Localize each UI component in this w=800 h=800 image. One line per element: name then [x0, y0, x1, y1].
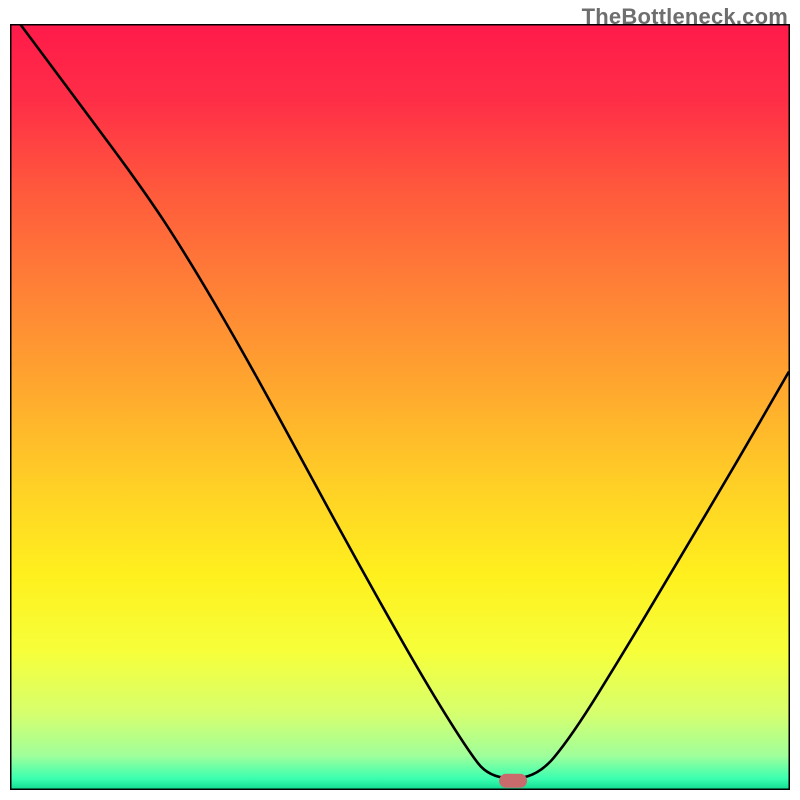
gradient-background: [10, 24, 790, 790]
chart-container: TheBottleneck.com: [0, 0, 800, 800]
bottleneck-chart: [10, 24, 790, 790]
optimal-marker: [499, 774, 527, 788]
plot-area: [10, 24, 790, 790]
